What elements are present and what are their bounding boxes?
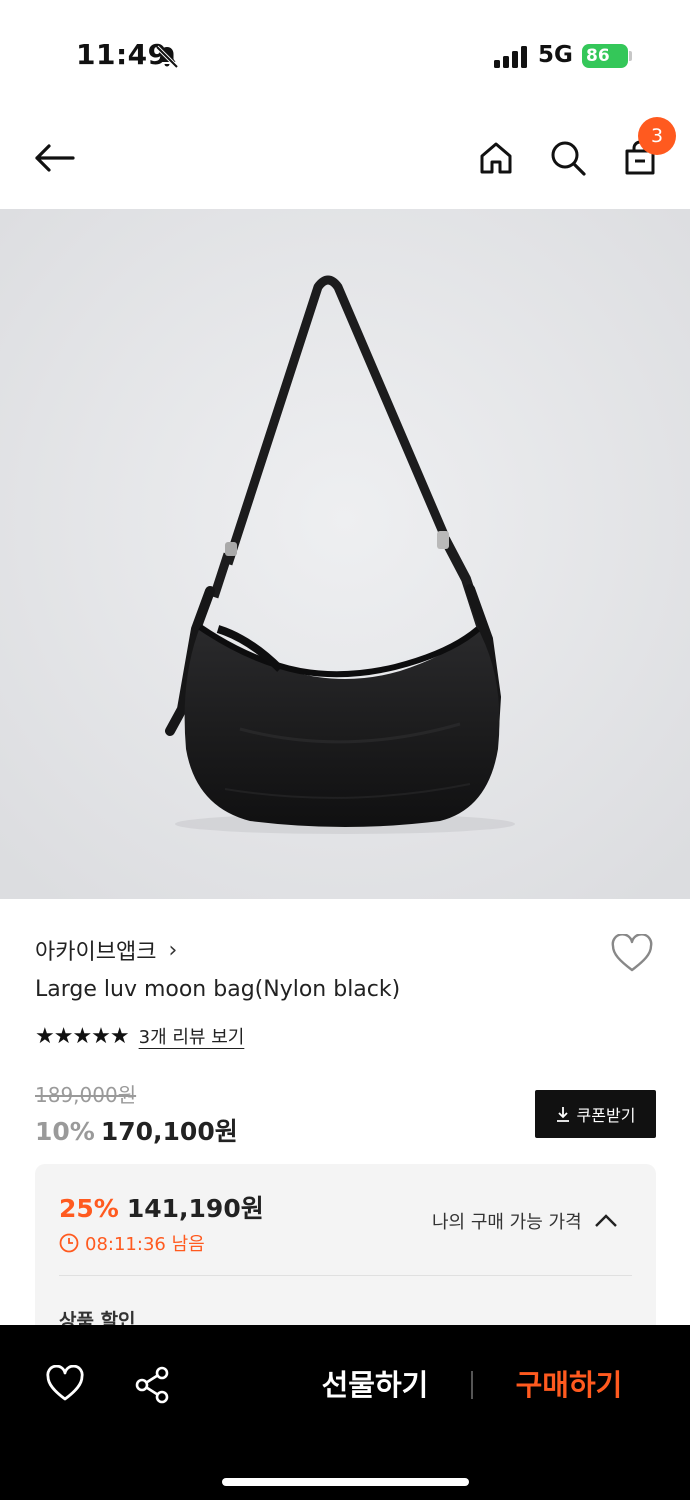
- back-arrow-icon: [35, 144, 75, 172]
- discount-rate: 10%: [35, 1117, 95, 1146]
- wishlist-button[interactable]: [610, 933, 654, 974]
- battery-icon: 86: [582, 44, 628, 68]
- best-price: 141,190원: [126, 1194, 264, 1223]
- product-image[interactable]: [0, 209, 690, 899]
- bottom-action-bar: 선물하기 구매하기: [0, 1325, 690, 1500]
- chevron-up-icon: [594, 1214, 617, 1227]
- divider: [471, 1371, 473, 1399]
- home-icon: [480, 142, 512, 174]
- brand-name: 아카이브앱크: [35, 940, 157, 965]
- heart-outline-icon: [46, 1364, 84, 1401]
- signal-icon: [494, 46, 527, 68]
- coupon-label: 쿠폰받기: [576, 1106, 636, 1125]
- best-price-row: 25% 141,190원: [59, 1189, 264, 1225]
- coupon-button[interactable]: 쿠폰받기: [535, 1090, 656, 1138]
- countdown-timer: 08:11:36 남음: [59, 1230, 205, 1256]
- bag-illustration: [0, 209, 690, 899]
- chevron-right-icon: ›: [168, 937, 178, 963]
- share-button[interactable]: [133, 1365, 173, 1405]
- my-price-toggle[interactable]: 나의 구매 가능 가격: [432, 1208, 618, 1234]
- home-button[interactable]: [474, 136, 518, 180]
- search-button[interactable]: [546, 136, 590, 180]
- buy-button[interactable]: 구매하기: [494, 1363, 644, 1407]
- heart-outline-icon: [611, 933, 653, 972]
- gift-button[interactable]: 선물하기: [300, 1363, 450, 1407]
- back-button[interactable]: [32, 136, 76, 180]
- download-icon: [556, 1107, 569, 1122]
- divider: [59, 1275, 632, 1276]
- rating-row: ★★★★★ 3개 리뷰 보기: [35, 1023, 244, 1049]
- bell-muted-icon: [155, 45, 179, 69]
- cart-count-badge: 3: [638, 117, 676, 155]
- best-discount-rate: 25%: [59, 1194, 119, 1223]
- original-price: 189,000원: [35, 1083, 137, 1107]
- network-label: 5G: [538, 42, 573, 68]
- timer-text: 08:11:36 남음: [85, 1234, 205, 1255]
- clock-icon: [59, 1233, 79, 1253]
- sale-price: 170,100원: [100, 1117, 238, 1146]
- sale-price-row: 10% 170,100원: [35, 1112, 238, 1148]
- search-icon: [551, 141, 586, 176]
- home-indicator[interactable]: [222, 1478, 469, 1486]
- brand-link[interactable]: 아카이브앱크 ›: [35, 934, 177, 966]
- product-name: Large luv moon bag(Nylon black): [35, 977, 401, 1002]
- status-bar: 11:49 5G 86: [0, 0, 690, 110]
- my-price-label: 나의 구매 가능 가격: [432, 1212, 582, 1233]
- star-rating-icon: ★★★★★: [35, 1023, 130, 1049]
- battery-level: 86: [586, 46, 610, 66]
- top-nav: [0, 112, 690, 208]
- battery-cap: [629, 51, 632, 61]
- bottom-wishlist-button[interactable]: [45, 1364, 85, 1405]
- share-icon: [135, 1366, 169, 1404]
- review-link[interactable]: 3개 리뷰 보기: [139, 1023, 245, 1049]
